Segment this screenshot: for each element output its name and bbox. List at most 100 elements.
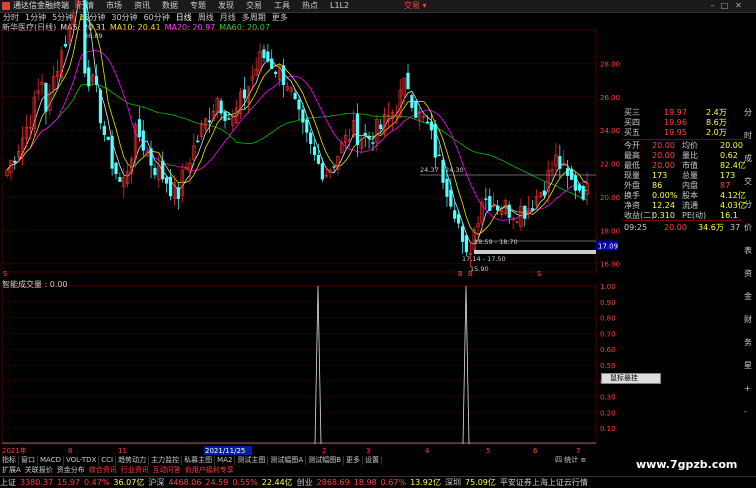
quote-panel: 买三 19.97 2.4万 买四 19.96 8.6万 买五 19.95 2.0万 今开 20.00… — [622, 108, 746, 253]
date-tick: 3 — [366, 447, 370, 455]
quote-divider — [622, 220, 742, 221]
candle-body — [149, 148, 153, 166]
price-axis: 28.00 26.00 24.00 22.00 20.00 18.00 16.00 17.09 — [596, 60, 620, 269]
extension-tab[interactable]: 资金分布 — [55, 466, 87, 475]
minimize-icon[interactable]: – — [708, 1, 717, 10]
candle-body — [457, 214, 461, 224]
candle-body — [414, 100, 418, 118]
extension-tab[interactable]: 关联报价 — [23, 466, 55, 475]
sidebar-tab[interactable]: 分 — [744, 200, 752, 210]
sidebar-tab[interactable]: 务 — [744, 338, 752, 348]
status-item: 深圳 — [444, 478, 461, 487]
status-item: 沪深 — [148, 478, 165, 487]
indicator-tab[interactable]: 测试幅图B — [306, 456, 345, 465]
quote-row: 净资 12.24 流通 4.03亿 — [622, 201, 746, 211]
status-item: 创业 — [296, 478, 313, 487]
sidebar-tab[interactable]: 财 — [744, 315, 752, 325]
indicator-tick: 0.30 — [600, 394, 616, 402]
status-item: 0.67% — [380, 478, 407, 487]
quote-volume: 8.6万 — [706, 118, 727, 127]
watermark: www.7gpzb.com — [636, 458, 738, 471]
indicator-tab[interactable]: 指标 — [0, 456, 19, 465]
indicator-label: 智能成交量 : 0.00 — [2, 280, 68, 289]
indicator-tab[interactable]: 更多 — [344, 456, 364, 465]
sidebar-tab[interactable]: 交 — [744, 177, 752, 187]
candle-body — [312, 146, 317, 156]
sidebar-tab[interactable]: 星 — [744, 361, 752, 371]
quote-price: 19.96 — [664, 118, 687, 127]
indicator-tick: 0.90 — [600, 299, 616, 307]
indicator-tab[interactable]: MACD — [38, 456, 64, 465]
indicator-tab[interactable]: MA2 — [215, 456, 236, 465]
extension-tab[interactable]: 扩展A — [0, 466, 23, 475]
quote-value: 12.24 — [652, 201, 675, 210]
right-sidebar: 分时成交分价表资金财务星 + - — [742, 108, 756, 436]
sidebar-tab[interactable]: 金 — [744, 292, 752, 302]
status-item: 2868.69 — [316, 478, 350, 487]
sidebar-tab[interactable]: 价 — [744, 223, 752, 233]
candle-body — [523, 205, 527, 219]
indicator-tab[interactable]: 测试幅图A — [268, 456, 307, 465]
date-tick: 4 — [425, 447, 430, 455]
status-item: 75.09亿 — [464, 478, 496, 487]
ma10-line — [6, 15, 588, 235]
ma60-line — [6, 83, 588, 201]
candle-body — [242, 89, 247, 99]
tick-price: 20.00 — [664, 223, 687, 232]
candle-body — [581, 186, 585, 200]
quote-value: 20.00 — [652, 151, 675, 160]
sidebar-tab[interactable]: 资 — [744, 269, 752, 279]
candle-body — [449, 189, 453, 207]
sidebar-tab[interactable]: 分 — [744, 108, 752, 118]
candle-body — [429, 121, 433, 131]
extension-tab[interactable]: 综合资讯 — [87, 466, 119, 475]
sidebar-tab[interactable]: 成 — [744, 154, 752, 164]
quote-row: 买四 19.96 8.6万 — [622, 118, 742, 128]
quote-label: 今开 — [624, 141, 640, 150]
ma60-path — [6, 83, 588, 201]
date-tick: 2021/11/25 — [205, 447, 245, 455]
quote-label: 换手 — [624, 191, 640, 200]
indicator-tick: 0.20 — [600, 409, 616, 417]
quote-label: 最高 — [624, 151, 640, 160]
candle-body — [63, 44, 67, 47]
candle-body — [542, 190, 546, 196]
candle-body — [110, 136, 114, 169]
candle-body — [196, 140, 200, 143]
indicator-tab[interactable]: 窗口 — [19, 456, 38, 465]
maximize-icon[interactable]: □ — [720, 1, 729, 10]
close-icon[interactable]: ✕ — [734, 1, 743, 10]
quote-value: 87 — [720, 181, 731, 190]
indicator-tab[interactable]: CCI — [99, 456, 117, 465]
sidebar-tab[interactable]: 时 — [744, 131, 752, 141]
quote-label: 量比 — [682, 151, 698, 160]
sidebar-tab[interactable]: + — [744, 384, 751, 394]
status-item: 上证 — [0, 478, 16, 487]
indicator-tab[interactable]: VOL-TDX — [64, 456, 100, 465]
extension-tab[interactable]: 俞用户福利专享 — [183, 466, 236, 475]
quote-value: 20.00 — [652, 141, 675, 150]
quote-label: 买三 — [624, 108, 640, 117]
quote-row: 买三 19.97 2.4万 — [622, 108, 742, 118]
sidebar-tab[interactable]: - — [744, 407, 747, 417]
status-item: 0.55% — [232, 478, 258, 487]
indicator-tab[interactable]: 趋势动力 — [116, 456, 150, 465]
indicator-tab[interactable]: 测试主图 — [235, 456, 269, 465]
price-tick: 20.00 — [600, 194, 620, 202]
indicator-tab[interactable]: 主力监控 — [149, 456, 183, 465]
indicator-tab[interactable]: 设置 — [363, 456, 383, 465]
candle-body — [558, 156, 562, 169]
price-chart[interactable]: 36.89 24.37 - 24.30 18.59 - 18.70 17.14 - 1… — [0, 0, 620, 456]
quote-label: 现量 — [624, 171, 640, 180]
quote-label: 外盘 — [624, 181, 640, 190]
tooltip-box[interactable]: 鼠标悬挂 — [601, 373, 661, 384]
indicator-tab[interactable]: 私募主图 — [182, 456, 216, 465]
extension-tab[interactable]: 互动问答 — [151, 466, 183, 475]
candle-body — [305, 119, 309, 133]
quote-volume: 2.4万 — [706, 108, 727, 117]
extension-tab[interactable]: 行业资讯 — [119, 466, 151, 475]
price-annotation: 24.37 - 24.30 — [420, 166, 464, 174]
candle-body — [309, 132, 313, 144]
date-tick: 8 — [68, 447, 72, 455]
sidebar-tab[interactable]: 表 — [744, 246, 752, 256]
